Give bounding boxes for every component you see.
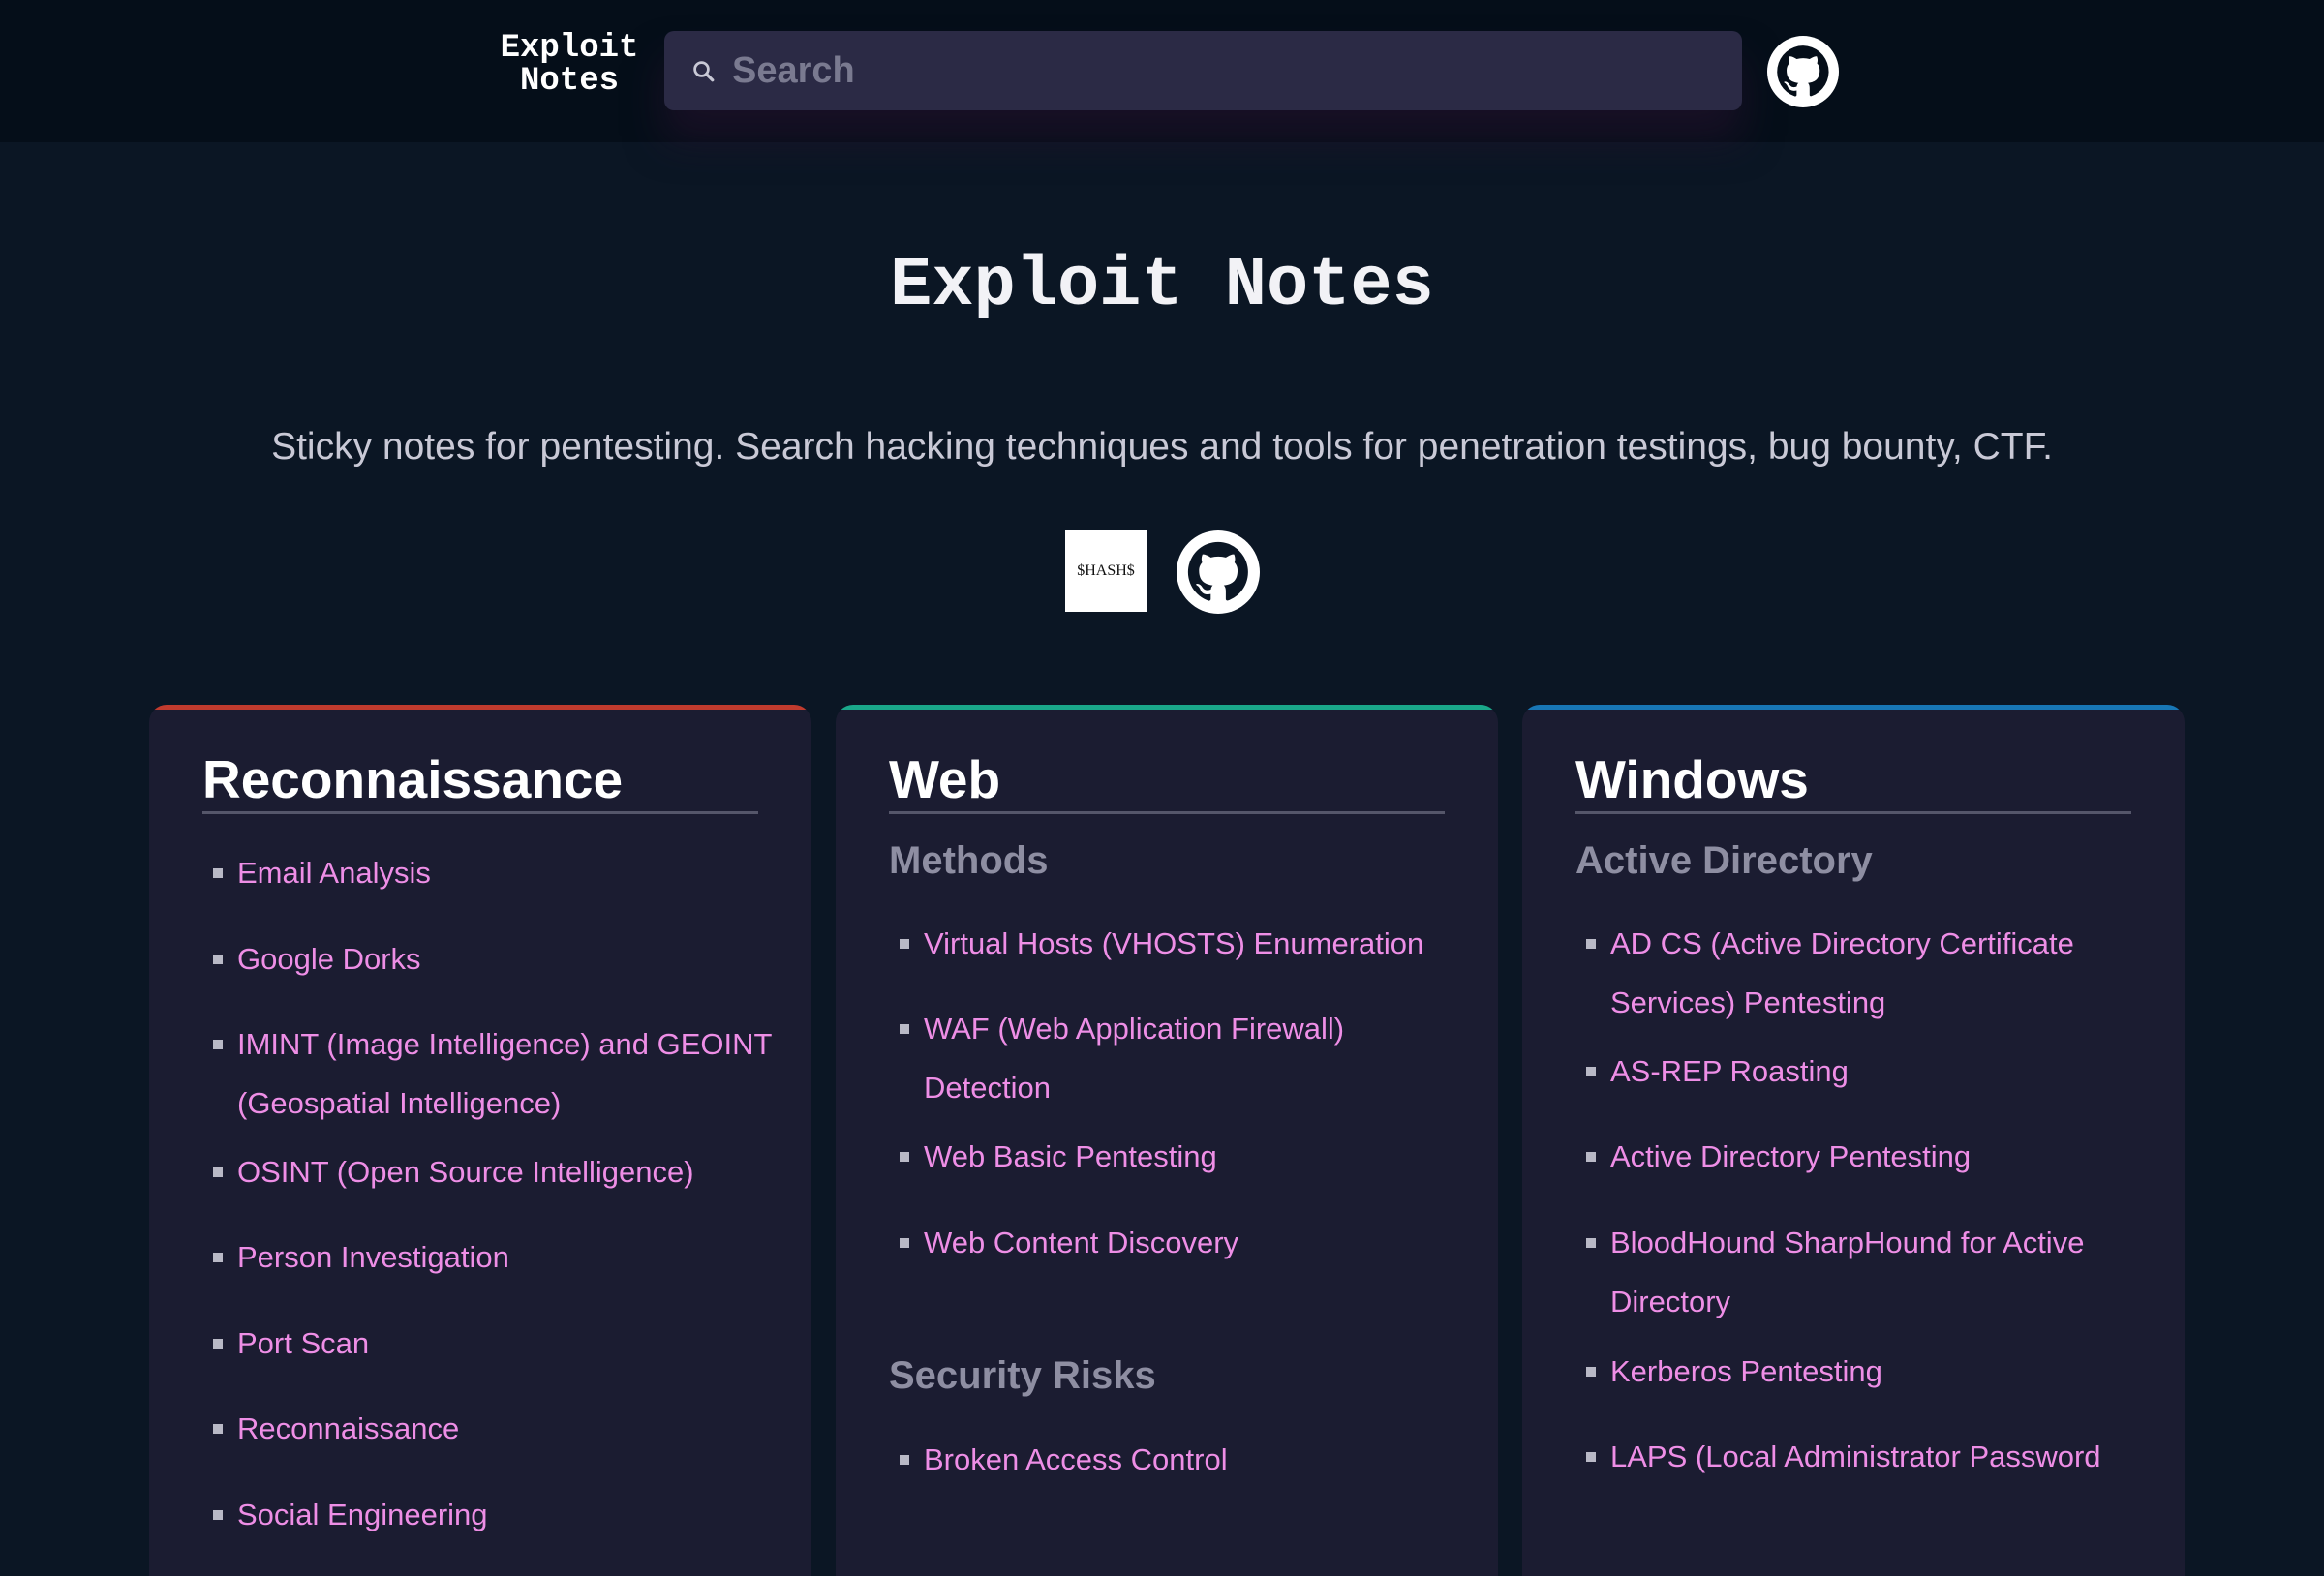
list-item[interactable]: Broken Access Control [900, 1430, 1466, 1489]
list-item[interactable]: Person Investigation [213, 1227, 780, 1287]
list-item[interactable]: Active Directory Pentesting [1586, 1127, 2153, 1186]
list-item[interactable]: Google Dorks [213, 929, 780, 988]
list-item[interactable]: IMINT (Image Intelligence) and GEOINT (G… [213, 1015, 780, 1133]
list-item[interactable]: Virtual Hosts (VHOSTS) Enumeration [900, 914, 1466, 973]
list-item[interactable]: OSINT (Open Source Intelligence) [213, 1142, 780, 1201]
github-icon[interactable] [1177, 530, 1260, 614]
logo-line-2: Notes [519, 63, 620, 100]
list-item[interactable]: Email Analysis [213, 843, 780, 902]
search-bar[interactable] [664, 31, 1742, 110]
list-item[interactable]: WAF (Web Application Firewall) Detection [900, 999, 1466, 1117]
category-card-web: Web Methods Virtual Hosts (VHOSTS) Enumer… [836, 705, 1498, 1576]
list-item[interactable]: LAPS (Local Administrator Password [1586, 1427, 2153, 1486]
list-item[interactable]: Social Engineering [213, 1485, 780, 1544]
hash-badge-text: $HASH$ [1077, 562, 1135, 579]
card-title: Web [889, 748, 1445, 814]
card-title: Windows [1575, 748, 2131, 814]
card-section-heading: Security Risks [889, 1354, 1156, 1397]
top-navbar: Exploit Notes [0, 0, 2324, 142]
category-card-reconnaissance: Reconnaissance Email Analysis Google Dork… [149, 705, 811, 1576]
hash-badge-link[interactable]: $HASH$ [1065, 530, 1147, 612]
logo-line-1: Exploit [500, 30, 639, 67]
page-subtitle: Sticky notes for pentesting. Search hack… [271, 426, 2053, 468]
card-title: Reconnaissance [202, 748, 758, 814]
list-item[interactable]: Reconnaissance [213, 1399, 780, 1458]
github-icon[interactable] [1767, 36, 1839, 107]
list-item[interactable]: AD CS (Active Directory Certificate Serv… [1586, 914, 2153, 1032]
category-card-windows: Windows Active Directory AD CS (Active Di… [1522, 705, 2185, 1576]
list-item[interactable]: AS-REP Roasting [1586, 1042, 2153, 1101]
search-input[interactable] [732, 31, 1720, 110]
card-section-heading: Methods [889, 839, 1049, 882]
list-item[interactable]: Port Scan [213, 1314, 780, 1373]
list-item[interactable]: Web Basic Pentesting [900, 1127, 1466, 1186]
site-logo[interactable]: Exploit Notes [494, 32, 645, 98]
list-item[interactable]: Kerberos Pentesting [1586, 1342, 2153, 1401]
card-section-heading: Active Directory [1575, 839, 1873, 882]
list-item[interactable]: BloodHound SharpHound for Active Directo… [1586, 1213, 2153, 1331]
search-icon [693, 61, 715, 82]
list-item[interactable]: Web Content Discovery [900, 1213, 1466, 1272]
page-title: Exploit Notes [890, 246, 1434, 325]
